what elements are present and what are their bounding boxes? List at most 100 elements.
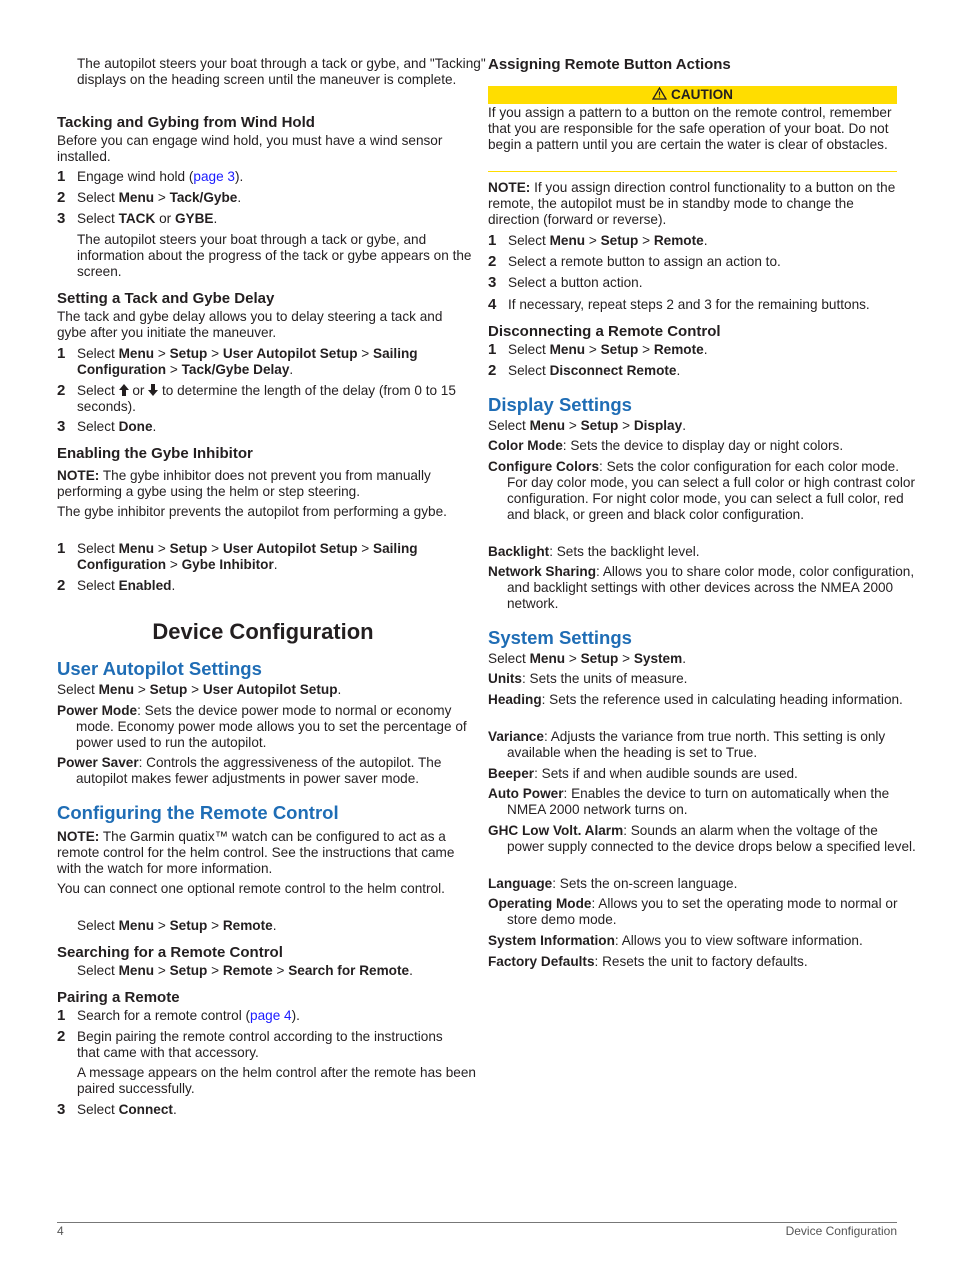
definition-desc: : Adjusts the variance from true north. … — [507, 729, 886, 760]
footer-divider — [57, 1222, 897, 1223]
step-text: . — [676, 363, 681, 378]
definition-term: Auto Power — [488, 786, 564, 801]
setup-label: Setup — [169, 541, 208, 556]
page-3-link[interactable]: page 3 — [193, 169, 235, 184]
definition-term: Operating Mode — [488, 896, 592, 911]
separator: > — [357, 346, 374, 361]
definition-term: Beeper — [488, 766, 535, 781]
menu-label: Menu — [118, 918, 155, 933]
system-label: System — [633, 651, 683, 666]
separator: or — [155, 211, 175, 226]
section-heading-searching: Searching for a Remote Control — [57, 944, 283, 961]
step-text: . — [152, 419, 157, 434]
step-number: 1 — [57, 345, 66, 362]
tack-label: TACK — [118, 211, 156, 226]
text: . — [272, 918, 277, 933]
step-text: Select — [77, 383, 119, 398]
separator: > — [638, 342, 654, 357]
note-label: NOTE: — [57, 468, 100, 483]
caution-banner: CAUTION — [488, 86, 897, 104]
setup-label: Setup — [169, 346, 208, 361]
step-number: 3 — [488, 274, 497, 291]
menu-label: Menu — [98, 682, 135, 697]
text: . — [337, 682, 342, 697]
setup-label: Setup — [169, 963, 208, 978]
step-number: 1 — [488, 232, 497, 249]
step-number: 3 — [57, 210, 66, 227]
text: . — [682, 651, 686, 666]
definition-color-mode: Color Mode: Sets the device to display d… — [488, 438, 917, 454]
section-heading-delay: Setting a Tack and Gybe Delay — [57, 290, 275, 307]
note-text: If you assign direction control function… — [488, 180, 896, 227]
definition-term: Language — [488, 876, 553, 891]
step-text: Select — [77, 190, 119, 205]
definition-auto-power: Auto Power: Enables the device to turn o… — [488, 786, 917, 818]
step-text: Select — [508, 233, 550, 248]
step-text: . — [213, 211, 218, 226]
setup-label: Setup — [149, 682, 188, 697]
menu-label: Menu — [529, 651, 566, 666]
step-text: Select — [508, 342, 550, 357]
remote-paragraph: You can connect one optional remote cont… — [57, 881, 445, 896]
user-autopilot-setup-label: User Autopilot Setup — [222, 541, 358, 556]
separator: > — [272, 963, 289, 978]
page-4-link[interactable]: page 4 — [250, 1008, 292, 1023]
tack-gybe-label: Tack/Gybe — [169, 190, 238, 205]
step-text: Select — [77, 578, 119, 593]
section-heading-display: Display Settings — [488, 394, 632, 415]
delay-step-1: 1 Select Menu > Setup > User Autopilot S… — [57, 346, 469, 378]
step-number: 1 — [57, 168, 66, 185]
text: . — [682, 418, 686, 433]
setup-label: Setup — [580, 418, 619, 433]
remote-label: Remote — [222, 918, 273, 933]
remote-note: NOTE: The Garmin quatix™ watch can be co… — [57, 829, 469, 877]
disconnect-remote-label: Disconnect Remote — [549, 363, 677, 378]
definition-desc: : Sets if and when audible sounds are us… — [534, 766, 798, 781]
definition-power-saver: Power Saver: Controls the aggressiveness… — [57, 755, 488, 787]
separator: > — [565, 418, 581, 433]
definition-term: Power Saver — [57, 755, 139, 770]
step-text: ). — [291, 1008, 300, 1023]
step-text: ). — [234, 169, 244, 184]
step-text: . — [172, 1102, 177, 1117]
menu-label: Menu — [529, 418, 566, 433]
menu-label: Menu — [549, 233, 586, 248]
step-number: 1 — [57, 1007, 66, 1024]
step-text: . — [703, 233, 708, 248]
pairing-step-result: A message appears on the helm control af… — [77, 1065, 476, 1096]
step-text: . — [273, 557, 278, 572]
user-autopilot-setup-label: User Autopilot Setup — [202, 682, 338, 697]
separator: > — [565, 651, 581, 666]
separator: > — [357, 541, 374, 556]
text: Select — [57, 682, 99, 697]
step-text: or — [128, 383, 149, 398]
definition-configure-colors: Configure Colors: Sets the color configu… — [488, 459, 917, 523]
definition-variance: Variance: Adjusts the variance from true… — [488, 729, 917, 761]
menu-label: Menu — [118, 346, 155, 361]
connect-label: Connect — [118, 1102, 173, 1117]
remote-label: Remote — [653, 342, 704, 357]
separator: > — [638, 233, 654, 248]
menu-label: Menu — [118, 541, 155, 556]
definition-term: Configure Colors — [488, 459, 600, 474]
definition-desc: : Sets the reference used in calculating… — [541, 692, 903, 707]
user-autopilot-setup-label: User Autopilot Setup — [222, 346, 358, 361]
definition-desc: : Sets the on-screen language. — [552, 876, 738, 891]
step-number: 2 — [57, 382, 66, 399]
note-text: The gybe inhibitor does not prevent you … — [57, 468, 431, 499]
separator: > — [585, 342, 601, 357]
step-text: . — [171, 578, 176, 593]
definition-term: Variance — [488, 729, 544, 744]
step-number: 1 — [488, 341, 497, 358]
remote-select: Select Menu > Setup > Remote. — [57, 918, 489, 934]
arrow-up-icon — [118, 383, 129, 398]
separator: > — [207, 541, 223, 556]
section-heading-inhibitor: Enabling the Gybe Inhibitor — [57, 445, 253, 462]
section-heading-wind-hold: Tacking and Gybing from Wind Hold — [57, 114, 315, 131]
step-text: Select — [77, 211, 119, 226]
separator: > — [207, 963, 223, 978]
step-text: Search for a remote control ( — [77, 1008, 251, 1023]
definition-units: Units: Sets the units of measure. — [488, 671, 917, 687]
definition-term: Network Sharing — [488, 564, 597, 579]
definition-term: Backlight — [488, 544, 550, 559]
